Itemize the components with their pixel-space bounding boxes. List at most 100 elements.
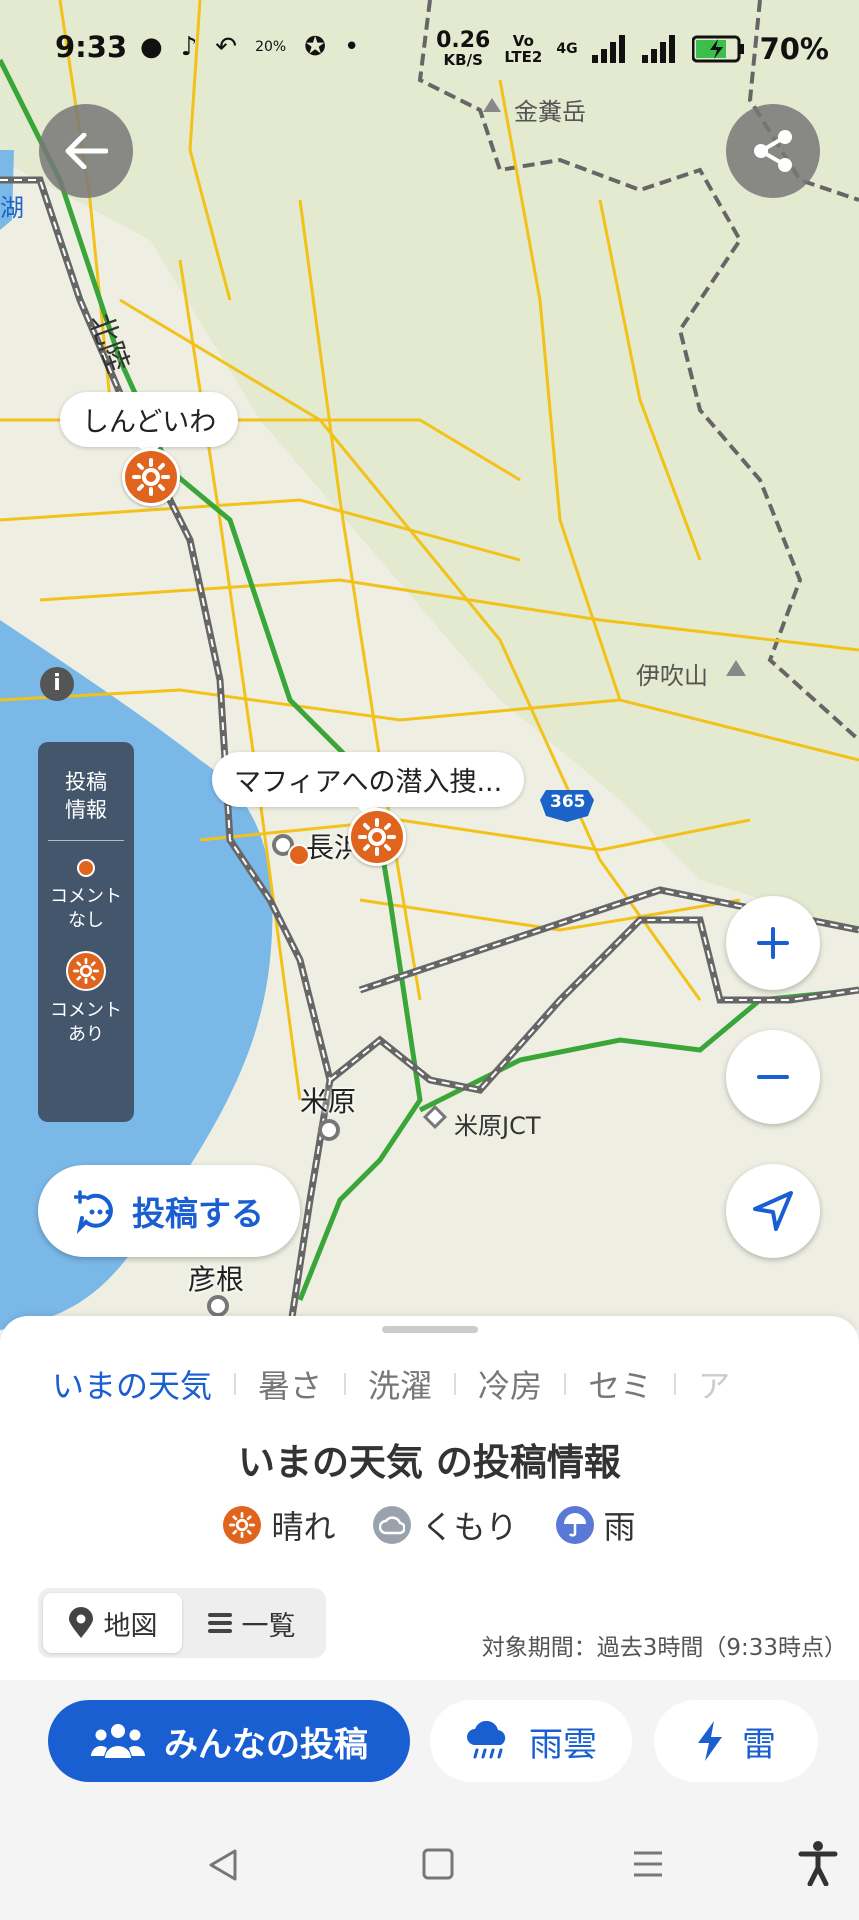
view-toggle: 地図 一覧 [38,1588,326,1658]
post-button[interactable]: 投稿する [38,1165,300,1257]
signal-icon [591,35,625,63]
layer-switcher: みんなの投稿 雨雲 雷 [0,1680,859,1800]
volte-indicator: Vo LTE2 [504,33,542,65]
map-view[interactable]: 金糞岳 湖 北陸 伊吹山 長浜 米原 米原JCT 彦根 365 しんどいわ マフ… [0,0,859,1330]
rain-cloud-button[interactable]: 雨雲 [430,1700,632,1782]
tab-cicada[interactable]: セミ [566,1361,674,1407]
legend-divider [48,840,124,841]
target-period: 対象期間：過去3時間（9:33時点） [481,1635,847,1661]
legend-sunny-label: 晴れ [271,1508,336,1546]
label-maibara: 米原 [300,1085,357,1118]
sheet-handle[interactable] [382,1326,478,1333]
label-hikone: 彦根 [188,1263,245,1296]
bottom-sheet: いまの天気 暑さ 洗濯 冷房 セミ ア いまの天気 の投稿情報 晴れ くもり 雨… [0,1316,859,1680]
zoom-out-button[interactable] [726,1030,820,1124]
menu-lines-icon [634,1851,662,1877]
nav-back-button[interactable] [208,1848,238,1886]
speed-value: 0.26 [436,28,491,53]
legend-title: 投稿 情報 [65,770,107,822]
label-lake-edge: 湖 [0,194,24,222]
post-button-label: 投稿する [132,1194,264,1233]
status-bar: 9:33 ● ♪ ↶ 20% ✪ • 0.26 KB/S Vo LTE2 4G … [0,0,859,100]
tab-heat[interactable]: 暑さ [236,1361,344,1407]
tab-laundry[interactable]: 洗濯 [346,1361,454,1407]
line-app-icon: ● [140,32,163,62]
navigation-arrow-icon [753,1191,793,1231]
share-button[interactable] [726,104,820,198]
callout-mafia[interactable]: マフィアへの潜入捜... [212,752,525,819]
post-info-legend: 投稿 情報 コメント なし コメント あり [38,742,134,1122]
everyone-posts-label: みんなの投稿 [164,1724,368,1765]
legend-rain: 雨 [555,1502,636,1548]
list-toggle-label: 一覧 [241,1610,296,1642]
rain-cloud-label: 雨雲 [529,1724,597,1765]
nav-recents-button[interactable] [632,1848,664,1884]
speed-unit: KB/S [443,51,483,69]
volte-bottom: LTE2 [504,48,543,66]
sheet-title: いまの天気 の投稿情報 [238,1441,621,1484]
sun-icon [358,818,396,856]
legend-cloudy: くもり [373,1502,518,1548]
legend-sunny: 晴れ [223,1502,335,1548]
triangle-back-icon [209,1849,237,1881]
notification-icons: ● ♪ ↶ 20% ✪ • [140,32,359,62]
zoom-in-button[interactable] [726,896,820,990]
map-pin-icon [68,1607,93,1638]
thunder-label: 雷 [742,1724,776,1765]
rain-cloud-icon [467,1721,506,1759]
signal-icon [641,35,675,63]
people-icon [91,1724,145,1758]
battery-icon [691,35,744,63]
add-comment-icon [74,1190,113,1234]
umbrella-icon [555,1506,594,1544]
nav-home-button[interactable] [422,1848,454,1884]
legend-no-comment: コメント なし [50,886,122,931]
sunny-post-pin[interactable] [348,808,406,866]
everyone-posts-button[interactable]: みんなの投稿 [48,1700,410,1782]
map-view-toggle[interactable]: 地図 [43,1593,182,1653]
system-nav-bar [0,1820,859,1920]
more-notifications-icon: • [344,32,360,62]
map-background [0,0,859,1330]
callout-shindoiwa[interactable]: しんどいわ [60,392,239,459]
weather-icon: 20% [255,39,287,55]
tiktok-icon: ♪ [180,32,198,62]
list-icon [207,1613,232,1633]
network-type: 4G [556,41,578,57]
minus-icon [757,1075,789,1079]
list-view-toggle[interactable]: 一覧 [182,1593,321,1653]
my-location-button[interactable] [726,1164,820,1258]
legend-rain-label: 雨 [603,1508,636,1546]
arrow-left-icon [65,133,108,169]
share-icon [754,130,792,172]
sunny-post-pin[interactable] [122,448,180,506]
tab-next[interactable]: ア [676,1361,752,1407]
network-speed: 0.26 KB/S [436,28,491,69]
settings-badge-icon: ✪ [304,32,326,62]
map-info-icon[interactable]: i [40,667,74,701]
category-tabs: いまの天気 暑さ 洗濯 冷房 セミ ア [0,1354,859,1414]
plus-icon [757,927,789,959]
square-home-icon [422,1848,454,1880]
accessibility-button[interactable] [798,1840,838,1890]
weather-legend: 晴れ くもり 雨 [0,1502,859,1548]
legend-cloudy-label: くもり [421,1508,518,1546]
accessibility-icon [798,1841,838,1887]
sun-icon [132,458,170,496]
route-365-label: 365 [550,792,586,812]
back-button[interactable] [39,104,133,198]
with-comment-sun-icon [66,951,106,991]
sun-icon [223,1506,262,1544]
cloud-icon [373,1506,412,1544]
lightning-icon [698,1721,722,1761]
map-toggle-label: 地図 [103,1610,158,1642]
legend-with-comment: コメント あり [50,1000,122,1045]
label-maibara-jct: 米原JCT [454,1112,541,1140]
tab-current-weather[interactable]: いまの天気 [0,1361,234,1407]
battery-percent: 70% [759,32,829,66]
volte-top: Vo [512,32,534,50]
label-ibukiyama: 伊吹山 [636,662,708,690]
thunder-button[interactable]: 雷 [654,1700,818,1782]
status-time: 9:33 [55,30,128,64]
tab-cooling[interactable]: 冷房 [456,1361,564,1407]
